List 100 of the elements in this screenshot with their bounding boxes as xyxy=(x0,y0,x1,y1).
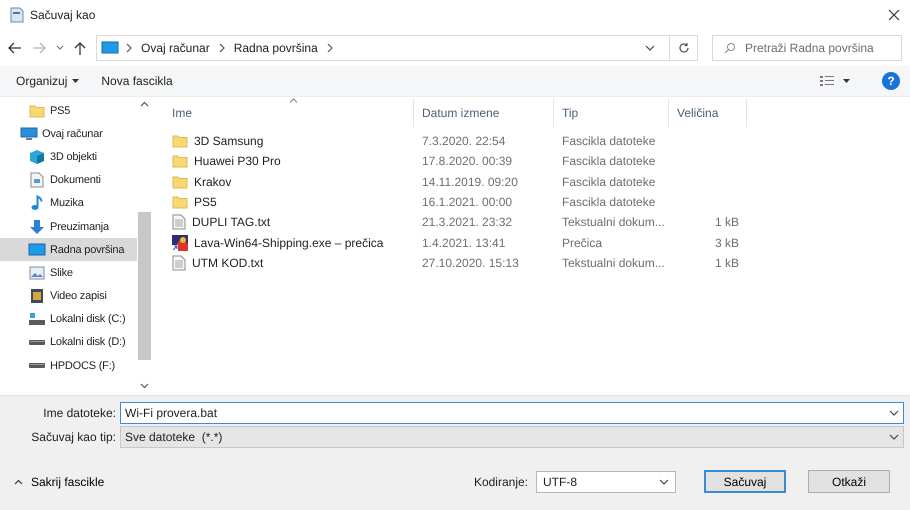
file-row[interactable]: Krakov 14.11.2019. 09:20 Fascikla datoteke xyxy=(164,172,910,192)
file-row[interactable]: Huawei P30 Pro 17.8.2020. 00:39 Fascikla datoteke xyxy=(164,151,910,172)
dropdown-caret-icon[interactable] xyxy=(645,45,655,51)
modified-date: 7.3.2020. 22:54 xyxy=(422,134,506,148)
nav-item[interactable]: Ovaj računar xyxy=(0,122,137,146)
hide-folders-button[interactable]: Sakrij fascikle xyxy=(14,474,104,488)
file-name: PS5 xyxy=(194,195,217,210)
monitor-icon xyxy=(101,41,119,55)
folder-icon xyxy=(172,195,188,210)
breadcrumb[interactable]: Ovaj računar xyxy=(139,41,212,55)
nav-item[interactable]: Preuzimanja xyxy=(0,214,137,238)
nav-item[interactable]: Slike xyxy=(0,261,137,284)
file-name: Lava-Win64-Shipping.exe – prečica xyxy=(194,236,384,250)
encoding-dropdown[interactable]: UTF-8 xyxy=(536,470,676,492)
file-type: Prečica xyxy=(562,236,602,250)
column-header[interactable]: Ime xyxy=(164,99,414,127)
field-label: Ime datoteke: xyxy=(42,406,117,420)
chevron-icon xyxy=(218,43,226,53)
file-size: 1 kB xyxy=(714,256,739,270)
film-icon xyxy=(30,288,44,304)
modified-date: 27.10.2020. 15:13 xyxy=(422,256,519,270)
file-size: 1 kB xyxy=(714,215,739,230)
dropdown-caret-icon xyxy=(889,434,899,440)
dropdown-caret-icon[interactable] xyxy=(56,45,64,51)
search-field[interactable]: Pretraži Radna površina xyxy=(712,35,902,61)
nav-item[interactable]: HPDOCS (F:) xyxy=(0,354,137,378)
modified-date: 16.1.2021. 00:00 xyxy=(422,195,512,210)
dialog-button[interactable]: Sačuvaj xyxy=(704,470,786,493)
nav-item[interactable]: Muzika xyxy=(0,192,137,215)
chevron-icon xyxy=(326,43,334,53)
file-name-field[interactable]: Wi-Fi provera.bat xyxy=(120,402,904,424)
file-row[interactable]: Lava-Win64-Shipping.exe – prečica 1.4.2021. 13:41 Prečica 3 kB xyxy=(164,232,910,253)
file-row[interactable]: DUPLI TAG.txt 21.3.2021. 23:32 Tekstualni dokum... 1 kB xyxy=(164,212,910,232)
breadcrumb[interactable]: Radna površina xyxy=(232,41,320,55)
dropdown-caret-icon xyxy=(659,478,669,484)
file-name: UTM KOD.txt xyxy=(192,256,264,270)
dialog-icon xyxy=(10,7,24,23)
scrollbar-thumb[interactable] xyxy=(138,212,151,360)
dropdown-caret-icon[interactable] xyxy=(889,410,899,416)
nav-item[interactable]: Dokumenti xyxy=(0,168,137,192)
modified-date: 17.8.2020. 00:39 xyxy=(422,154,512,168)
folder-icon xyxy=(172,154,188,168)
chevron-icon xyxy=(125,43,133,53)
folder-icon xyxy=(29,104,45,118)
file-type: Fascikla datoteke xyxy=(562,154,656,168)
modified-date: 21.3.2021. 23:32 xyxy=(422,215,512,230)
view-options-icon[interactable] xyxy=(819,75,835,87)
search-icon xyxy=(724,42,736,54)
column-header[interactable]: Datum izmene xyxy=(414,99,554,127)
new-folder-button[interactable]: Nova fascikla xyxy=(101,71,173,91)
file-size: 3 kB xyxy=(714,236,739,250)
dialog-button[interactable]: Otkaži xyxy=(808,470,890,493)
music-note-icon xyxy=(30,195,44,212)
file-row[interactable]: 3D Samsung 7.3.2020. 22:54 Fascikla datoteke xyxy=(164,131,910,152)
cube-icon xyxy=(29,148,45,165)
file-type: Tekstualni dokum... xyxy=(562,215,665,230)
file-type: Fascikla datoteke xyxy=(562,134,656,148)
text-file-icon xyxy=(172,254,186,271)
text-file-icon xyxy=(172,214,186,230)
nav-item[interactable]: Radna površina xyxy=(0,238,137,262)
field-label: Sačuvaj kao tip: xyxy=(30,430,117,444)
caret-icon[interactable] xyxy=(843,79,850,83)
refresh-icon[interactable] xyxy=(678,42,690,54)
file-row[interactable]: UTM KOD.txt 27.10.2020. 15:13 Tekstualni dokum... 1 kB xyxy=(164,252,910,274)
file-type: Fascikla datoteke xyxy=(562,174,656,189)
app-shortcut-icon xyxy=(172,234,188,251)
modified-date: 14.11.2019. 09:20 xyxy=(422,174,518,189)
nav-item[interactable]: Lokalni disk (D:) xyxy=(0,330,137,354)
file-name: Huawei P30 Pro xyxy=(194,154,281,168)
file-row[interactable]: PS5 16.1.2021. 00:00 Fascikla datoteke xyxy=(164,192,910,212)
image-icon xyxy=(29,266,45,280)
sort-caret-icon xyxy=(288,98,298,103)
field-label: Kodiranje: xyxy=(474,474,528,488)
file-type-dropdown[interactable]: Sve datoteke (*.*) xyxy=(120,426,904,448)
help-button[interactable]: ? xyxy=(882,72,900,90)
nav-item[interactable]: Lokalni disk (C:) xyxy=(0,308,137,331)
nav-item[interactable]: PS5 xyxy=(0,99,137,122)
nav-item[interactable]: 3D objekti xyxy=(0,145,137,169)
folder-icon xyxy=(172,134,188,148)
scroll-up-icon[interactable] xyxy=(140,101,149,107)
file-name: DUPLI TAG.txt xyxy=(192,215,270,230)
folder-icon xyxy=(172,174,188,189)
close-icon[interactable] xyxy=(888,9,900,21)
scroll-down-icon[interactable] xyxy=(140,383,149,389)
back-arrow-icon[interactable] xyxy=(8,42,22,54)
nav-item[interactable]: Video zapisi xyxy=(0,284,137,308)
computer-icon xyxy=(20,126,38,141)
column-header[interactable]: Tip xyxy=(554,99,669,127)
document-icon xyxy=(30,172,44,188)
file-name: 3D Samsung xyxy=(194,134,264,148)
caret-up-icon xyxy=(14,478,23,484)
modified-date: 1.4.2021. 13:41 xyxy=(422,236,506,250)
file-type: Fascikla datoteke xyxy=(562,195,656,210)
file-type: Tekstualni dokum... xyxy=(562,256,665,270)
up-arrow-icon[interactable] xyxy=(74,41,86,55)
caret-icon xyxy=(72,79,80,83)
drive-icon xyxy=(29,363,45,368)
down-arrow-icon xyxy=(29,218,45,235)
column-header[interactable]: Veličina xyxy=(669,99,747,127)
organize-button[interactable]: Organizuj xyxy=(16,71,80,91)
